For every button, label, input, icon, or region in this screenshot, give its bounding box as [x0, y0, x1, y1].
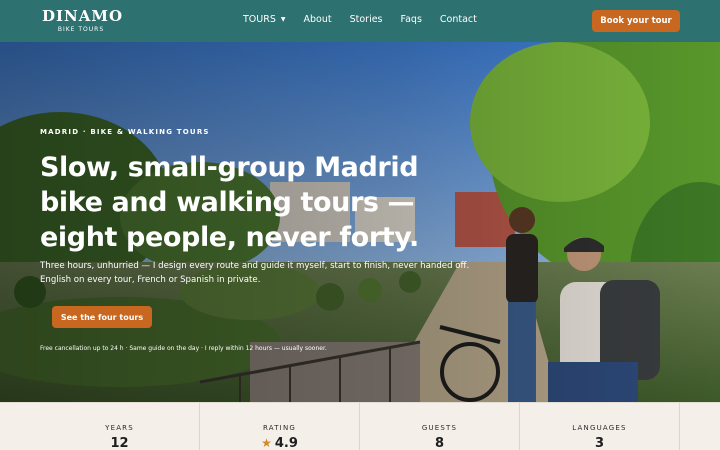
nav-item-stories[interactable]: Stories [350, 14, 383, 25]
site-header: DINAMO BIKE TOURS TOURS ▼ About Stories … [0, 0, 720, 42]
hero-section: MADRID · BIKE & WALKING TOURS Slow, smal… [0, 42, 720, 402]
hero-description: Three hours, unhurried — I design every … [40, 261, 470, 285]
stat-value-wrap: ★ 4.9 [200, 436, 359, 450]
nav-item-label: Stories [349, 14, 383, 25]
stat-value: 8 [434, 436, 445, 450]
nav-item-label: Faqs [400, 14, 422, 25]
stat-value: 12 [110, 436, 129, 450]
nav-item-label: Contact [439, 14, 477, 25]
stat-rating: RATING ★ 4.9 [200, 403, 360, 450]
stat-languages: LANGUAGES 3 [520, 403, 680, 450]
chevron-down-icon: ▼ [280, 16, 286, 23]
stats-strip: YEARS 12 RATING ★ 4.9 GUESTS 8 LANGUAGES … [0, 402, 720, 450]
nav-item-label: About [303, 14, 332, 25]
stat-label: GUESTS [421, 424, 458, 432]
logo[interactable]: DINAMO BIKE TOURS [42, 7, 124, 34]
see-tours-button[interactable]: See the four tours [52, 306, 152, 328]
nav-item-about[interactable]: About [304, 14, 332, 25]
stat-guests: GUESTS 8 [360, 403, 520, 450]
stat-label: LANGUAGES [572, 424, 627, 432]
stat-value: 3 [594, 436, 605, 450]
hero-headline: Slow, small-group Madrid bike and walkin… [40, 152, 419, 253]
main-nav: TOURS ▼ About Stories Faqs Contact [243, 14, 495, 25]
logo-tagline: BIKE TOURS [57, 26, 105, 33]
stat-years: YEARS 12 [40, 403, 200, 450]
star-icon: ★ [261, 436, 272, 450]
stat-label: YEARS [105, 424, 134, 432]
nav-item-contact[interactable]: Contact [440, 14, 477, 25]
nav-item-faqs[interactable]: Faqs [401, 14, 422, 25]
nav-item-tours[interactable]: TOURS ▼ [243, 14, 286, 25]
reassurance-text: Free cancellation up to 24 h · Same guid… [40, 345, 327, 352]
logo-wordmark: DINAMO [42, 7, 124, 25]
hero-eyebrow: MADRID · BIKE & WALKING TOURS [40, 128, 210, 136]
book-tour-button[interactable]: Book your tour [592, 10, 680, 32]
nav-item-label: TOURS [243, 14, 276, 25]
stat-label: RATING [262, 424, 297, 432]
stat-value: 4.9 [274, 436, 298, 450]
